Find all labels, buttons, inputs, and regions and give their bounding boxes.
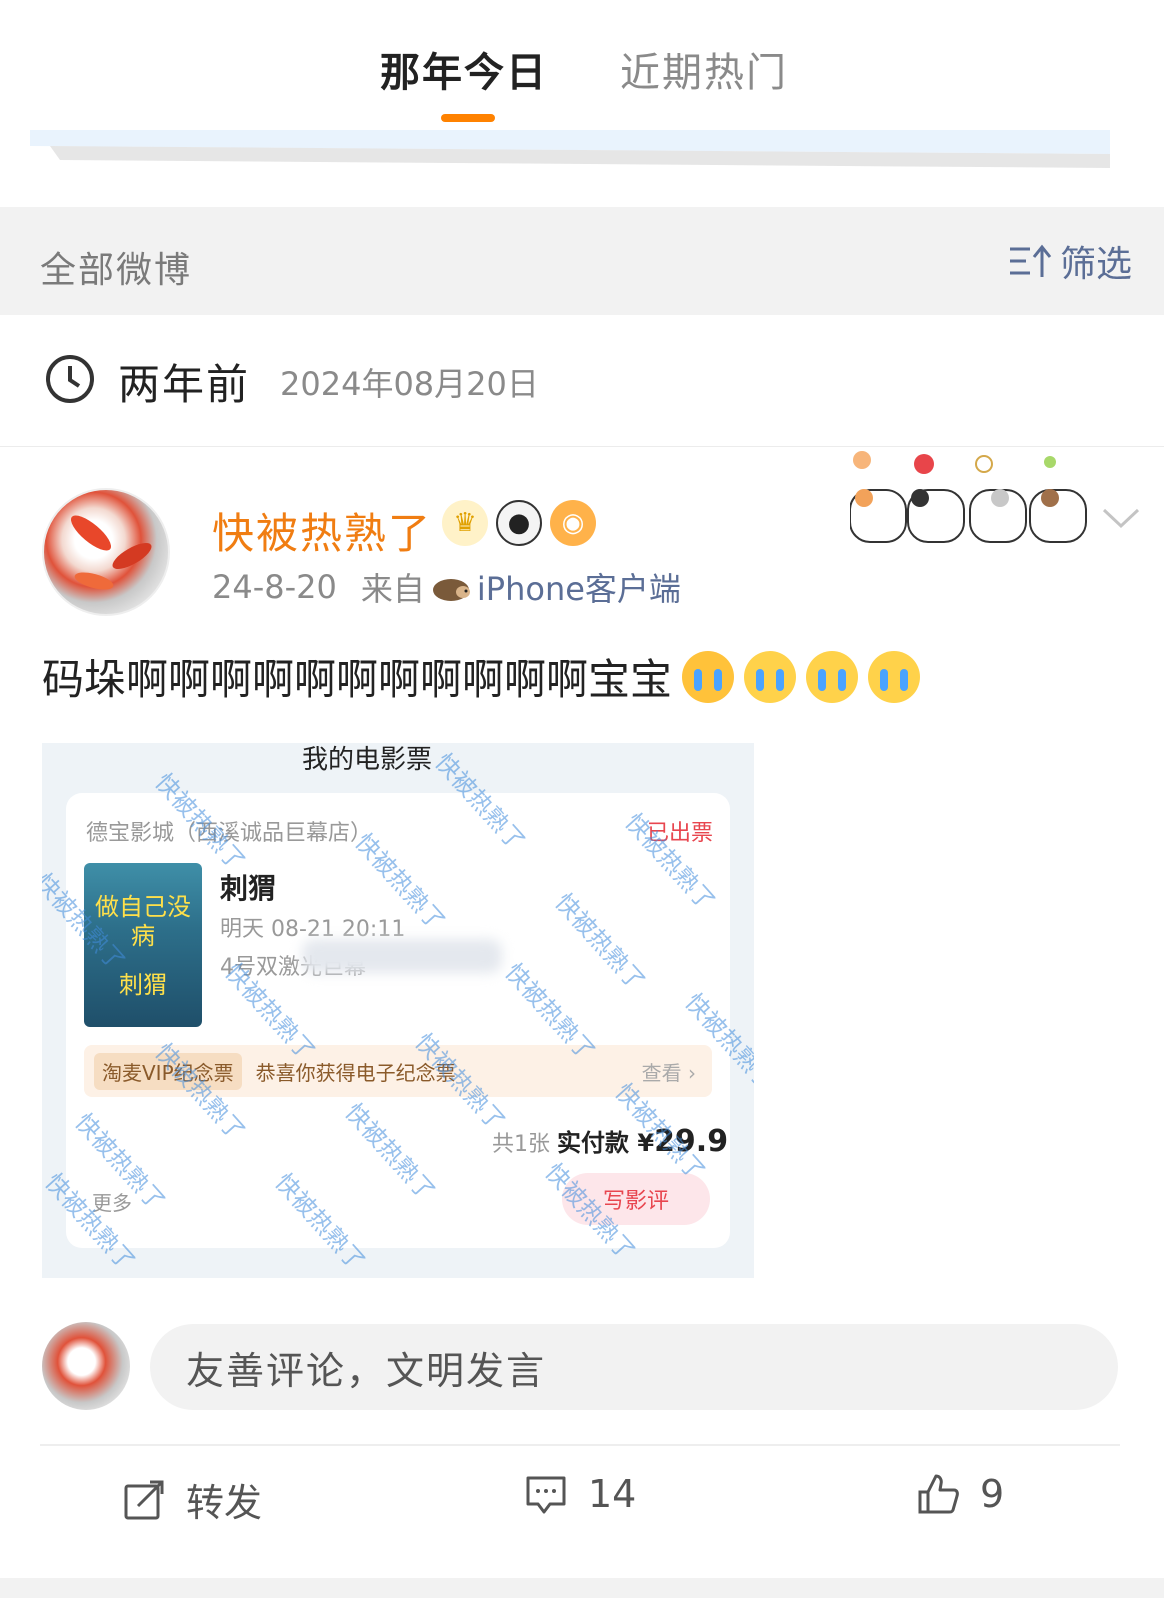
post-meta: 24-8-20 来自 iPhone客户端 [212, 564, 681, 610]
username[interactable]: 快被热熟了 [212, 500, 432, 561]
repost-icon [124, 1480, 164, 1519]
panda-icon: ● [496, 500, 542, 546]
vip-ticket-bar: 淘麦VIP纪念票 恭喜你获得电子纪念票 查看 › [84, 1045, 712, 1097]
ticket-status: 已出票 [647, 821, 714, 846]
avatar[interactable] [42, 488, 170, 616]
cinema-name: 德宝影城（西溪诚品巨幕店） [86, 821, 373, 846]
post-text: 码垛啊啊啊啊啊啊啊啊啊啊啊宝宝 [42, 655, 673, 704]
blurred-region [302, 939, 502, 973]
filter-button[interactable]: 筛选 [1008, 239, 1132, 285]
from-prefix: 来自 [360, 570, 425, 608]
crown-icon: ♛ [442, 500, 488, 546]
more-text: 更多 [92, 1191, 132, 1215]
top-tabs: 那年今日 近期热门 [0, 0, 1164, 205]
thumbs-up-icon [918, 1474, 959, 1514]
repost-button[interactable]: 转发 [122, 1472, 262, 1527]
payment-info: 共1张 实付款 ¥29.9 [492, 1124, 729, 1159]
like-button[interactable]: 9 [916, 1472, 1004, 1516]
movie-title: 刺猬 [220, 872, 277, 905]
crying-emoji-icon [868, 650, 921, 703]
fish-icon: ◉ [550, 500, 596, 546]
my-avatar [42, 1322, 130, 1410]
crying-emoji-icon [744, 650, 797, 703]
clock-icon [46, 355, 94, 403]
chevron-down-icon[interactable] [1102, 506, 1140, 530]
post-date: 2024年08月20日 [280, 365, 539, 403]
filter-bar: 全部微博 筛选 [0, 207, 1164, 315]
hedgehog-icon [432, 579, 470, 601]
comment-button[interactable]: 14 [524, 1472, 636, 1516]
write-review-button: 写影评 [562, 1173, 710, 1225]
post-actions: 转发 14 9 [0, 1446, 1164, 1550]
post-time: 24-8-20 [212, 568, 337, 606]
all-posts-label: 全部微博 [40, 250, 193, 291]
repost-label: 转发 [186, 1481, 263, 1525]
image-page-title: 我的电影票 [302, 745, 433, 775]
active-tab-indicator [441, 114, 495, 122]
like-count: 9 [980, 1472, 1005, 1516]
crying-angry-emoji-icon [682, 650, 735, 703]
comment-input[interactable]: 友善评论，文明发言 [150, 1324, 1118, 1410]
post-image[interactable]: 我的电影票 德宝影城（西溪诚品巨幕店） 已出票 做自己没病 刺猬 刺猬 明天 0… [42, 743, 754, 1278]
filter-icon [1009, 244, 1052, 277]
crying-emoji-icon [806, 650, 859, 703]
post-content: 码垛啊啊啊啊啊啊啊啊啊啊啊宝宝 [42, 646, 921, 707]
date-header: 两年前 2024年08月20日 [0, 315, 1164, 447]
comment-icon [526, 1476, 566, 1514]
tab-recent-hot[interactable]: 近期热门 [620, 40, 788, 98]
user-badges: ♛ ● ◉ [442, 500, 596, 546]
weibo-post: 快被热熟了 ♛ ● ◉ 24-8-20 来自 iPhone客户端 码垛啊啊啊啊啊… [0, 448, 1164, 1578]
movie-poster: 做自己没病 刺猬 [84, 863, 202, 1027]
post-source[interactable]: iPhone客户端 [477, 564, 681, 610]
cat-decoration-icon [850, 451, 1087, 543]
filter-label: 筛选 [1059, 244, 1132, 285]
paper-decoration [30, 130, 1110, 168]
tab-on-this-day[interactable]: 那年今日 [380, 40, 548, 98]
years-ago-label: 两年前 [118, 360, 251, 409]
comment-count: 14 [588, 1472, 637, 1516]
bottom-separator [0, 1578, 1164, 1598]
